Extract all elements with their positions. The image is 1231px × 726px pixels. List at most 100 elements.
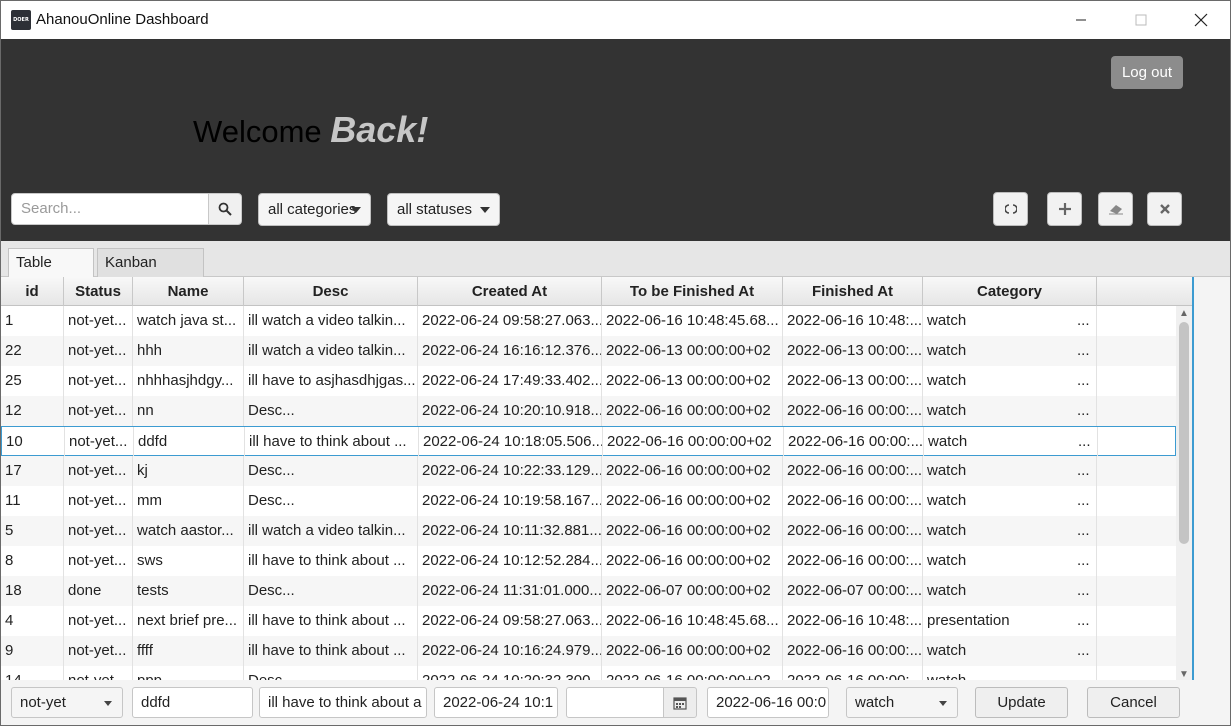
- cell-category-more[interactable]: ...: [1073, 486, 1097, 516]
- table-row[interactable]: 1 not-yet... watch java st... ill watch a v…: [1, 306, 1176, 336]
- cell-created-at[interactable]: 2022-06-24 10:22:33.129...: [418, 456, 602, 486]
- cell-name[interactable]: ddfd: [134, 427, 245, 457]
- editor-name-field[interactable]: ddfd: [132, 687, 253, 718]
- cell-status[interactable]: not-yet...: [64, 546, 133, 576]
- cell-created-at[interactable]: 2022-06-24 10:18:05.506...: [419, 427, 603, 457]
- cell-name[interactable]: nn: [133, 396, 244, 426]
- table-row[interactable]: 10 not-yet... ddfd ill have to think about …: [1, 426, 1176, 457]
- cell-to-be-finished-at[interactable]: 2022-06-13 00:00:00+02: [602, 336, 783, 366]
- cell-to-be-finished-at[interactable]: 2022-06-16 00:00:00+02: [602, 396, 783, 426]
- column-header-category[interactable]: Category: [923, 277, 1097, 306]
- cell-finished-at[interactable]: 2022-06-16 00:00:...: [783, 666, 923, 680]
- edit-task-button[interactable]: [1098, 192, 1133, 226]
- cell-name[interactable]: kj: [133, 456, 244, 486]
- cell-finished-at[interactable]: 2022-06-16 00:00:...: [783, 396, 923, 426]
- cell-created-at[interactable]: 2022-06-24 10:20:32.300...: [418, 666, 602, 680]
- cell-category[interactable]: watch: [923, 306, 1073, 336]
- cell-status[interactable]: not-yet...: [64, 486, 133, 516]
- cell-category-more[interactable]: ...: [1073, 516, 1097, 546]
- cell-category-more[interactable]: ...: [1073, 366, 1097, 396]
- cell-finished-at[interactable]: 2022-06-16 00:00:...: [783, 456, 923, 486]
- cell-status[interactable]: not-yet...: [64, 666, 133, 680]
- logout-button[interactable]: Log out: [1111, 56, 1183, 89]
- cell-category-more[interactable]: ...: [1073, 606, 1097, 636]
- cell-id[interactable]: 5: [1, 516, 64, 546]
- table-row[interactable]: 9 not-yet... ffff ill have to think about .…: [1, 636, 1176, 666]
- tab-table-view[interactable]: Table View: [8, 248, 94, 299]
- cell-category-more[interactable]: ...: [1073, 336, 1097, 366]
- column-header-to-be-finished-at[interactable]: To be Finished At: [602, 277, 783, 306]
- maximize-button[interactable]: [1118, 1, 1164, 39]
- cell-finished-at[interactable]: 2022-06-16 10:48:...: [783, 306, 923, 336]
- editor-to-be-finished-date[interactable]: [566, 687, 664, 718]
- cell-id[interactable]: 4: [1, 606, 64, 636]
- cell-category[interactable]: watch: [923, 576, 1073, 606]
- editor-category-select[interactable]: watch: [846, 687, 958, 718]
- delete-task-button[interactable]: [1147, 192, 1182, 226]
- cell-category[interactable]: watch: [923, 366, 1073, 396]
- cell-finished-at[interactable]: 2022-06-16 00:00:...: [783, 546, 923, 576]
- column-header-id[interactable]: id: [1, 277, 64, 306]
- tab-kanban-board[interactable]: Kanban Board: [97, 248, 204, 299]
- cell-category[interactable]: watch: [924, 427, 1074, 457]
- cell-id[interactable]: 14: [1, 666, 64, 680]
- table-row[interactable]: 22 not-yet... hhh ill watch a video talkin.…: [1, 336, 1176, 366]
- cell-status[interactable]: not-yet...: [64, 396, 133, 426]
- cell-status[interactable]: not-yet...: [64, 516, 133, 546]
- status-filter-select[interactable]: all statuses: [387, 193, 500, 226]
- cell-id[interactable]: 8: [1, 546, 64, 576]
- cell-created-at[interactable]: 2022-06-24 10:19:58.167...: [418, 486, 602, 516]
- table-row[interactable]: 18 done tests Desc... 2022-06-24 11:31:01.00…: [1, 576, 1176, 606]
- column-header-finished-at[interactable]: Finished At: [783, 277, 923, 306]
- cell-name[interactable]: watch aastor...: [133, 516, 244, 546]
- cell-created-at[interactable]: 2022-06-24 10:16:24.979...: [418, 636, 602, 666]
- cell-id[interactable]: 25: [1, 366, 64, 396]
- cell-name[interactable]: ffff: [133, 636, 244, 666]
- cell-finished-at[interactable]: 2022-06-07 00:00:...: [783, 576, 923, 606]
- cell-desc[interactable]: Desc...: [244, 396, 418, 426]
- cell-status[interactable]: not-yet...: [64, 606, 133, 636]
- cell-created-at[interactable]: 2022-06-24 10:20:10.918...: [418, 396, 602, 426]
- cell-to-be-finished-at[interactable]: 2022-06-16 10:48:45.68...: [602, 606, 783, 636]
- cell-finished-at[interactable]: 2022-06-16 00:00:...: [783, 636, 923, 666]
- cell-category[interactable]: watch: [923, 336, 1073, 366]
- cell-id[interactable]: 17: [1, 456, 64, 486]
- table-row[interactable]: 14not-yet...pppDesc...2022-06-24 10:20:3…: [1, 666, 1176, 680]
- table-row[interactable]: 12 not-yet... nn Desc... 2022-06-24 10:20:10…: [1, 396, 1176, 426]
- cell-desc[interactable]: ill watch a video talkin...: [244, 306, 418, 336]
- cell-category-more[interactable]: ...: [1073, 576, 1097, 606]
- cell-name[interactable]: nhhhasjhdgy...: [133, 366, 244, 396]
- cell-name[interactable]: ppp: [133, 666, 244, 680]
- cell-category[interactable]: watch: [923, 396, 1073, 426]
- date-picker-button[interactable]: [663, 687, 697, 718]
- cell-id[interactable]: 9: [1, 636, 64, 666]
- cell-desc[interactable]: ill have to think about ...: [244, 636, 418, 666]
- refresh-button[interactable]: [993, 192, 1028, 226]
- cell-id[interactable]: 22: [1, 336, 64, 366]
- scroll-thumb[interactable]: [1179, 322, 1189, 544]
- cell-category[interactable]: watch: [923, 546, 1073, 576]
- cancel-button[interactable]: Cancel: [1087, 687, 1180, 718]
- cell-category[interactable]: watch: [923, 456, 1073, 486]
- close-window-button[interactable]: [1178, 1, 1224, 39]
- cell-name[interactable]: watch java st...: [133, 306, 244, 336]
- table-row[interactable]: 11 not-yet... mm Desc... 2022-06-24 10:19:58…: [1, 486, 1176, 516]
- cell-created-at[interactable]: 2022-06-24 09:58:27.063...: [418, 606, 602, 636]
- table-row[interactable]: 5 not-yet... watch aastor... ill watch a vi…: [1, 516, 1176, 546]
- cell-status[interactable]: done: [64, 576, 133, 606]
- column-header-name[interactable]: Name: [133, 277, 244, 306]
- cell-category-more[interactable]: ...: [1074, 427, 1098, 457]
- cell-created-at[interactable]: 2022-06-24 11:31:01.000...: [418, 576, 602, 606]
- cell-category[interactable]: watch: [923, 486, 1073, 516]
- table-row[interactable]: 8 not-yet... sws ill have to think about ..…: [1, 546, 1176, 576]
- cell-created-at[interactable]: 2022-06-24 16:16:12.376...: [418, 336, 602, 366]
- cell-name[interactable]: hhh: [133, 336, 244, 366]
- cell-name[interactable]: next brief pre...: [133, 606, 244, 636]
- editor-finished-at-field[interactable]: 2022-06-16 00:0: [707, 687, 829, 718]
- cell-to-be-finished-at[interactable]: 2022-06-16 00:00:00+02: [602, 456, 783, 486]
- cell-to-be-finished-at[interactable]: 2022-06-16 00:00:00+02: [602, 666, 783, 680]
- cell-finished-at[interactable]: 2022-06-16 00:00:...: [783, 516, 923, 546]
- cell-name[interactable]: sws: [133, 546, 244, 576]
- cell-category[interactable]: watch: [923, 636, 1073, 666]
- cell-id[interactable]: 18: [1, 576, 64, 606]
